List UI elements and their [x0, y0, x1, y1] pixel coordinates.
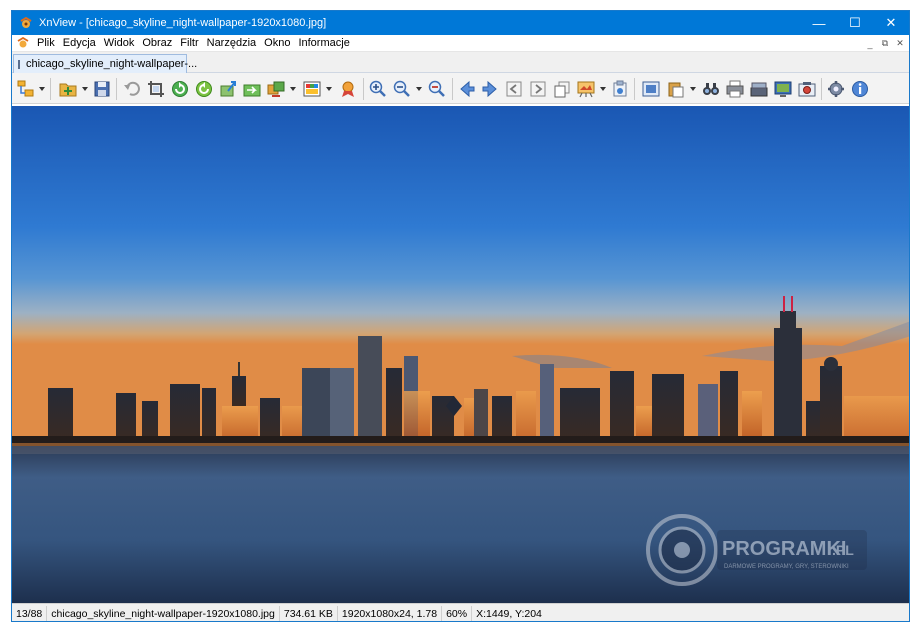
status-zoom: 60% [442, 605, 473, 621]
skyline-photo: PROGRAMKI .PL DARMOWE PROGRAMY, GRY, STE… [12, 106, 909, 603]
zoom-in-icon[interactable] [368, 79, 388, 99]
webcam-icon[interactable] [797, 79, 817, 99]
close-button[interactable]: ✕ [873, 11, 909, 35]
toolbar [12, 73, 909, 104]
menu-plik[interactable]: Plik [33, 35, 59, 52]
clipboard-dropdown-icon[interactable] [690, 87, 696, 91]
menu-bar: Plik Edycja Widok Obraz Filtr Narzędzia … [12, 35, 909, 52]
properties-icon[interactable] [610, 79, 630, 99]
window-controls: — ☐ ✕ [801, 11, 909, 35]
info-icon[interactable] [850, 79, 870, 99]
toolbar-separator [634, 78, 635, 100]
menu-filtr[interactable]: Filtr [176, 35, 202, 52]
save-icon[interactable] [92, 79, 112, 99]
watermark-tagline: DARMOWE PROGRAMY, GRY, STEROWNIKI [724, 564, 849, 570]
slideshow-dropdown-icon[interactable] [600, 87, 606, 91]
menu-widok[interactable]: Widok [100, 35, 139, 52]
print-icon[interactable] [725, 79, 745, 99]
crop-icon[interactable] [146, 79, 166, 99]
menu-narzedzia[interactable]: Narzędzia [203, 35, 261, 52]
zoom-actual-icon[interactable] [392, 79, 412, 99]
scanner-icon[interactable] [749, 79, 769, 99]
browser-dropdown-icon[interactable] [39, 87, 45, 91]
open-dropdown-icon[interactable] [82, 87, 88, 91]
mdi-controls: _ ⧉ ✕ [862, 35, 907, 52]
tab-image[interactable]: chicago_skyline_night-wallpaper-... [13, 54, 197, 73]
tab-label: chicago_skyline_night-wallpaper-... [26, 58, 198, 70]
first-page-icon[interactable] [504, 79, 524, 99]
minimize-button[interactable]: — [801, 11, 837, 35]
maximize-button[interactable]: ☐ [837, 11, 873, 35]
image-thumbnail-icon [18, 59, 20, 69]
palette-dropdown-icon[interactable] [326, 87, 332, 91]
watermark-brand: PROGRAMKI [722, 538, 846, 560]
mdi-close-button[interactable]: ✕ [893, 37, 907, 51]
fullscreen-icon[interactable] [641, 79, 661, 99]
convert-icon[interactable] [242, 79, 262, 99]
toolbar-separator [116, 78, 117, 100]
toolbar-separator [363, 78, 364, 100]
undo-icon[interactable] [122, 79, 142, 99]
toolbar-separator [50, 78, 51, 100]
menu-edycja[interactable]: Edycja [59, 35, 100, 52]
menu-okno[interactable]: Okno [260, 35, 294, 52]
toolbar-separator [452, 78, 453, 100]
rotate-left-icon[interactable] [170, 79, 190, 99]
status-index: 13/88 [12, 605, 48, 621]
slideshow-icon[interactable] [576, 79, 596, 99]
browser-icon[interactable] [16, 79, 36, 99]
next-page-icon[interactable] [528, 79, 548, 99]
copy-icon[interactable] [552, 79, 572, 99]
image-viewer[interactable]: PROGRAMKI .PL DARMOWE PROGRAMY, GRY, STE… [12, 106, 909, 603]
status-bar: 13/88 chicago_skyline_night-wallpaper-19… [12, 603, 909, 621]
next-icon[interactable] [480, 79, 500, 99]
settings-icon[interactable] [826, 79, 846, 99]
clipboard-icon[interactable] [666, 79, 686, 99]
zoom-out-icon[interactable] [427, 79, 447, 99]
previous-icon[interactable] [457, 79, 477, 99]
open-folder-icon[interactable] [58, 79, 78, 99]
status-filename: chicago_skyline_night-wallpaper-1920x108… [47, 605, 280, 621]
status-cursor: X:1449, Y:204 [476, 607, 542, 620]
mdi-minimize-button[interactable]: _ [863, 37, 877, 51]
window-title: XnView - [chicago_skyline_night-wallpape… [39, 17, 327, 29]
status-dimensions: 1920x1080x24, 1.78 [338, 605, 443, 621]
rotate-right-icon[interactable] [194, 79, 214, 99]
effects-icon[interactable] [338, 79, 358, 99]
capture-icon[interactable] [773, 79, 793, 99]
tab-bar: chicago_skyline_night-wallpaper-... [12, 52, 909, 73]
watermark-suffix: .PL [832, 542, 854, 558]
title-bar[interactable]: XnView - [chicago_skyline_night-wallpape… [12, 11, 909, 35]
xnview-logo-icon [19, 16, 33, 30]
zoom-dropdown-icon[interactable] [416, 87, 422, 91]
batch-icon[interactable] [266, 79, 286, 99]
find-icon[interactable] [701, 79, 721, 99]
status-filesize: 734.61 KB [280, 605, 338, 621]
toolbar-separator [821, 78, 822, 100]
palette-icon[interactable] [302, 79, 322, 99]
xnview-window: XnView - [chicago_skyline_night-wallpape… [11, 10, 910, 622]
batch-dropdown-icon[interactable] [290, 87, 296, 91]
mdi-restore-button[interactable]: ⧉ [878, 37, 892, 51]
menu-informacje[interactable]: Informacje [294, 35, 353, 52]
export-icon[interactable] [218, 79, 238, 99]
menu-obraz[interactable]: Obraz [138, 35, 176, 52]
document-menu-icon[interactable] [16, 36, 30, 49]
